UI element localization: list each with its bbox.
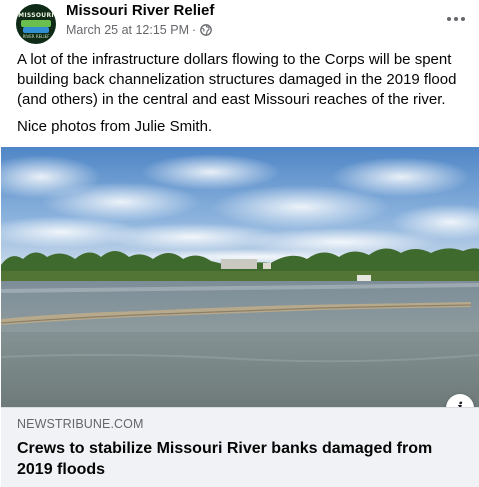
link-preview-image[interactable] bbox=[1, 147, 479, 407]
facebook-post-card: MISSOURI RIVER RELIEF Missouri River Rel… bbox=[0, 0, 479, 487]
globe-icon[interactable] bbox=[200, 24, 213, 36]
more-options-button[interactable] bbox=[438, 4, 474, 34]
link-preview-footer[interactable]: NEWSTRIBUNE.COM Crews to stabilize Misso… bbox=[1, 407, 479, 487]
link-domain: NEWSTRIBUNE.COM bbox=[17, 417, 144, 431]
river-photo bbox=[1, 147, 479, 407]
more-dot bbox=[461, 17, 465, 21]
meta-separator: · bbox=[191, 23, 197, 37]
avatar-river-band bbox=[23, 27, 49, 33]
more-dot bbox=[454, 17, 458, 21]
avatar-land-band bbox=[21, 20, 51, 27]
avatar-logo-text: MISSOURI bbox=[18, 12, 54, 19]
post-meta: March 25 at 12:15 PM · bbox=[66, 23, 213, 37]
post-paragraph: A lot of the infrastructure dollars flow… bbox=[17, 51, 457, 108]
page-avatar[interactable]: MISSOURI RIVER RELIEF bbox=[16, 4, 56, 44]
link-title[interactable]: Crews to stabilize Missouri River banks … bbox=[17, 438, 457, 480]
post-message: A lot of the infrastructure dollars flow… bbox=[17, 50, 472, 144]
avatar-logo-subtext: RIVER RELIEF bbox=[22, 34, 50, 39]
page-name-link[interactable]: Missouri River Relief bbox=[66, 2, 214, 19]
more-horizontal-icon bbox=[447, 17, 451, 21]
post-paragraph: Nice photos from Julie Smith. bbox=[17, 118, 213, 135]
post-timestamp[interactable]: March 25 at 12:15 PM bbox=[66, 23, 189, 37]
